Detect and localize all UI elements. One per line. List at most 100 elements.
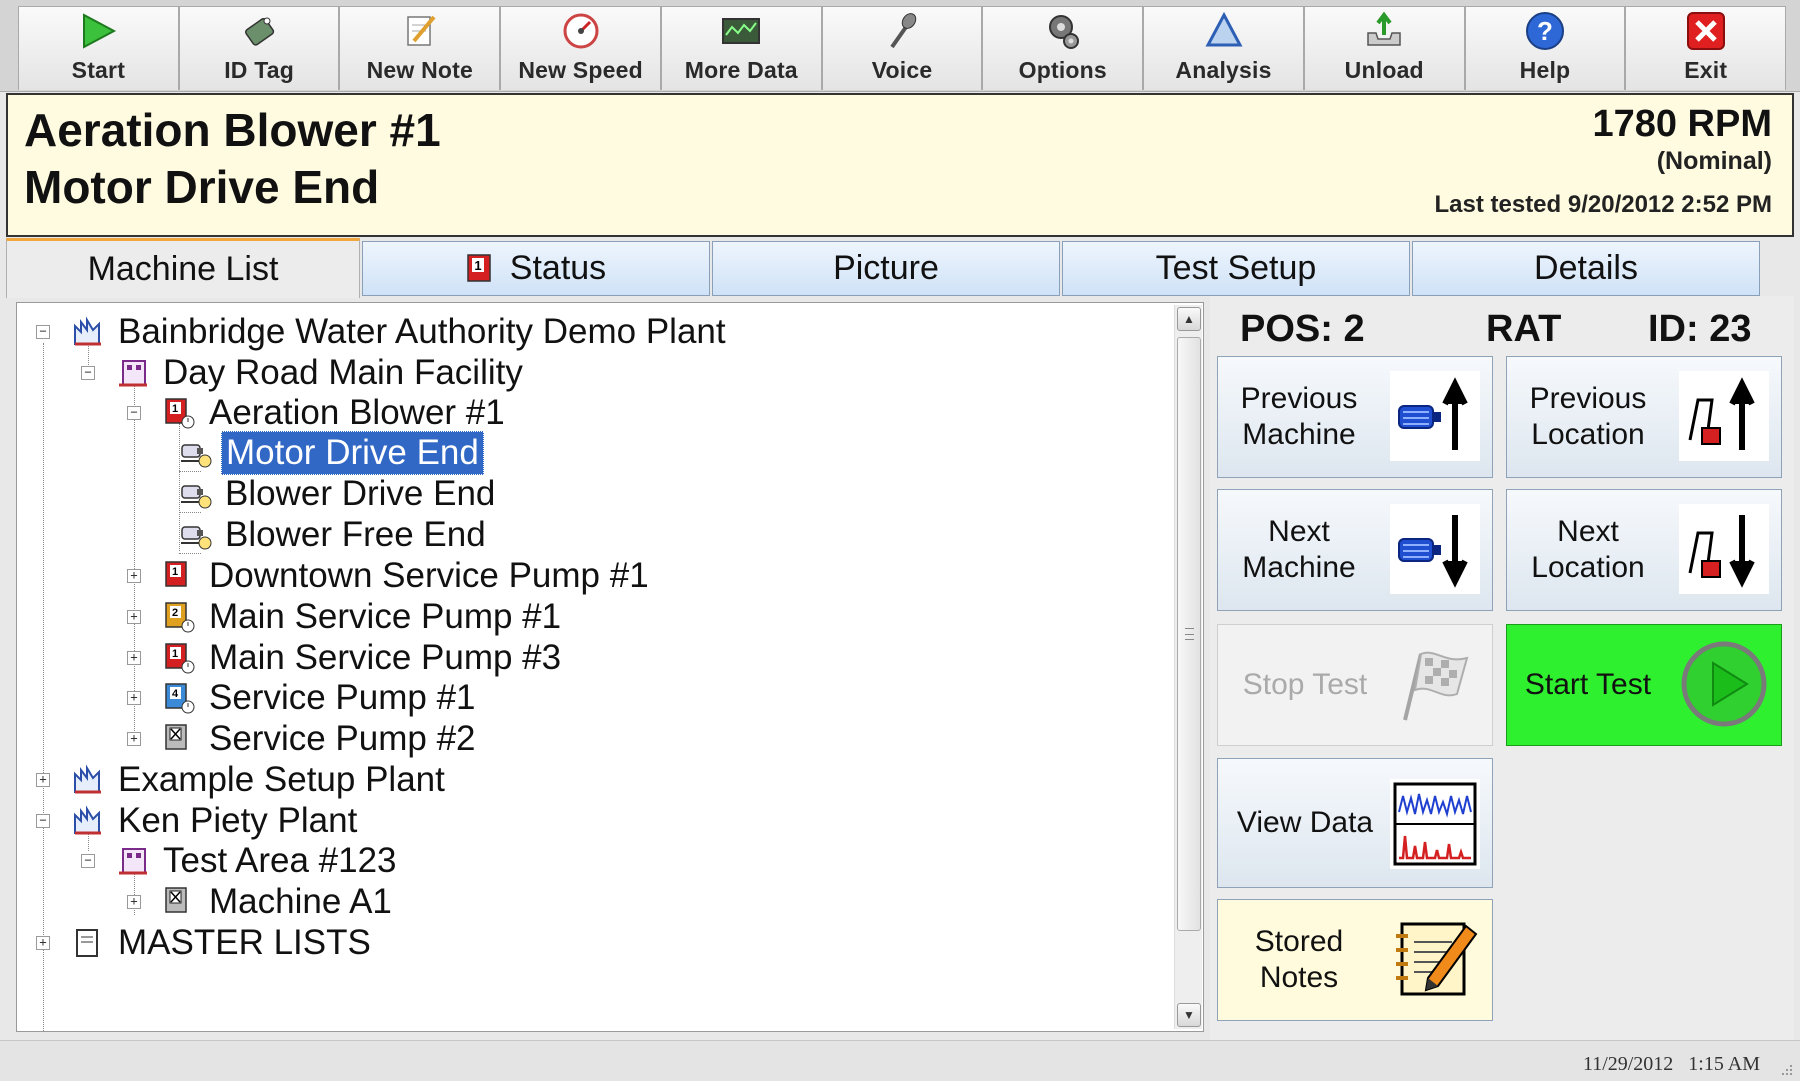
options-button[interactable]: Options (982, 6, 1144, 90)
machine-header: Aeration Blower #1 Motor Drive End 1780 … (6, 93, 1794, 237)
collapse-toggle[interactable]: − (81, 854, 95, 868)
resize-grip-icon[interactable] (1778, 1061, 1794, 1077)
plant-icon (72, 805, 104, 837)
svg-text:4: 4 (172, 688, 179, 700)
waveform-spectrum-icon (1390, 779, 1480, 869)
next-machine-label: Next Machine (1218, 514, 1380, 586)
expand-toggle[interactable]: + (127, 610, 141, 624)
svg-text:1: 1 (172, 403, 178, 415)
tree-node-label: Blower Free End (225, 515, 486, 554)
facility-icon (117, 845, 149, 877)
tree-node-machine[interactable]: − 1 Aeration Blower #1 (127, 391, 509, 435)
start-test-label: Start Test (1507, 667, 1669, 703)
exit-button[interactable]: Exit (1625, 6, 1787, 90)
stored-notes-button[interactable]: Stored Notes (1217, 899, 1493, 1021)
tab-status[interactable]: 1 Status (362, 241, 710, 296)
stop-test-button[interactable]: Stop Test (1217, 624, 1493, 746)
machine-up-arrow-icon (1390, 371, 1480, 461)
machine-priority-1-icon: 1 (163, 397, 195, 429)
tab-status-label: Status (509, 249, 607, 287)
machine-excluded-icon (163, 723, 195, 755)
id-value: ID: 23 (1648, 308, 1752, 350)
tree-node-plant[interactable]: − Ken Piety Plant (36, 799, 361, 843)
tree-node-location[interactable]: Blower Free End (177, 513, 490, 557)
machine-down-arrow-icon (1390, 504, 1480, 594)
machine-tree[interactable]: − Bainbridge Water Authority Demo Plant … (16, 302, 1204, 1032)
next-location-label: Next Location (1507, 514, 1669, 586)
tree-node-machine[interactable]: + 4 Service Pump #1 (127, 676, 480, 720)
id-tag-label: ID Tag (224, 57, 294, 83)
id-tag-button[interactable]: ID Tag (178, 6, 340, 90)
collapse-toggle[interactable]: − (36, 325, 50, 339)
scroll-up-button[interactable]: ▲ (1177, 307, 1201, 331)
expand-toggle[interactable]: + (36, 936, 50, 950)
tree-node-location-selected[interactable]: Motor Drive End (177, 431, 484, 475)
grip-icon (1185, 628, 1194, 640)
collapse-toggle[interactable]: − (81, 366, 95, 380)
stored-notes-text: Stored Notes (1254, 925, 1344, 994)
tab-details-label: Details (1534, 249, 1638, 287)
expand-toggle[interactable]: + (127, 732, 141, 746)
more-data-button[interactable]: More Data (660, 6, 822, 90)
tree-node-label: Motor Drive End (221, 431, 484, 475)
tree-node-master-lists[interactable]: + MASTER LISTS (36, 921, 375, 965)
rat-value: RAT (1486, 308, 1562, 350)
tree-node-label: Machine A1 (209, 882, 392, 921)
machine-priority-2-icon: 2 (163, 601, 195, 633)
tree-node-machine[interactable]: + Machine A1 (127, 880, 396, 924)
new-note-label: New Note (366, 57, 474, 83)
tab-picture-label: Picture (833, 249, 939, 287)
next-machine-button[interactable]: Next Machine (1217, 489, 1493, 611)
help-button[interactable]: ? Help (1464, 6, 1626, 90)
voice-label: Voice (871, 57, 933, 83)
speedometer-icon (559, 9, 603, 53)
new-speed-button[interactable]: New Speed (500, 6, 661, 90)
scroll-thumb[interactable] (1177, 337, 1201, 931)
machine-priority-1-icon: 1 (163, 642, 195, 674)
tree-node-label: Example Setup Plant (118, 760, 445, 799)
expand-toggle[interactable]: + (127, 691, 141, 705)
new-note-button[interactable]: New Note (339, 6, 501, 90)
start-test-button[interactable]: Start Test (1506, 624, 1782, 746)
pos-value: POS: 2 (1240, 308, 1365, 350)
analysis-button[interactable]: Analysis (1143, 6, 1304, 90)
svg-text:1: 1 (172, 648, 178, 660)
tree-node-machine[interactable]: + 2 Main Service Pump #1 (127, 595, 565, 639)
tree-node-machine[interactable]: + Service Pump #2 (127, 717, 480, 761)
options-label: Options (1018, 57, 1107, 83)
unload-button[interactable]: Unload (1303, 6, 1465, 90)
tab-machine-list[interactable]: Machine List (6, 238, 360, 298)
collapse-toggle[interactable]: − (36, 814, 50, 828)
tree-node-facility[interactable]: − Test Area #123 (81, 839, 401, 883)
scroll-down-button[interactable]: ▼ (1177, 1003, 1201, 1027)
tree-node-label: Downtown Service Pump #1 (209, 556, 649, 595)
tree-node-location[interactable]: Blower Drive End (177, 472, 499, 516)
stop-test-label: Stop Test (1218, 667, 1392, 703)
tab-details[interactable]: Details (1412, 241, 1760, 296)
tree-node-machine[interactable]: + 1 Downtown Service Pump #1 (127, 554, 653, 598)
previous-location-button[interactable]: Previous Location (1506, 356, 1782, 478)
expand-toggle[interactable]: + (36, 773, 50, 787)
tree-node-label: Service Pump #2 (209, 719, 476, 758)
svg-text:1: 1 (474, 258, 481, 273)
expand-toggle[interactable]: + (127, 895, 141, 909)
view-data-button[interactable]: View Data (1217, 758, 1493, 888)
stop-test-text: Stop Test (1242, 668, 1368, 701)
start-button[interactable]: Start (18, 6, 179, 90)
more-data-label: More Data (684, 57, 798, 83)
gears-icon (1041, 9, 1085, 53)
tab-test-setup[interactable]: Test Setup (1062, 241, 1410, 296)
tree-node-plant[interactable]: + Example Setup Plant (36, 758, 449, 802)
tab-picture[interactable]: Picture (712, 241, 1060, 296)
tree-node-plant[interactable]: − Bainbridge Water Authority Demo Plant (36, 310, 730, 354)
tree-scrollbar[interactable]: ▲ ▼ (1174, 305, 1202, 1029)
expand-toggle[interactable]: + (127, 651, 141, 665)
tree-node-machine[interactable]: + 1 Main Service Pump #3 (127, 636, 565, 680)
previous-machine-button[interactable]: Previous Machine (1217, 356, 1493, 478)
next-location-button[interactable]: Next Location (1506, 489, 1782, 611)
collapse-toggle[interactable]: − (127, 406, 141, 420)
tree-node-facility[interactable]: − Day Road Main Facility (81, 351, 527, 395)
header-last-tested: Last tested 9/20/2012 2:52 PM (1434, 191, 1772, 218)
expand-toggle[interactable]: + (127, 569, 141, 583)
voice-button[interactable]: Voice (821, 6, 983, 90)
